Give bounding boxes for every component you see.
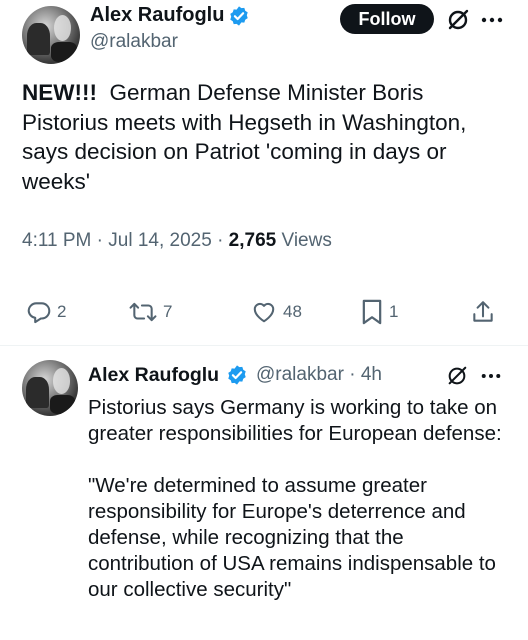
divider <box>0 345 528 346</box>
more-icon <box>481 374 501 378</box>
like-icon <box>253 302 275 323</box>
tweet-text-prefix: NEW!!! <box>22 80 97 105</box>
reply-text: Pistorius says Germany is working to tak… <box>88 395 508 629</box>
grok-icon <box>448 366 467 385</box>
author-handle[interactable]: @ralakbar <box>90 31 178 53</box>
retweet-count: 7 <box>163 302 173 321</box>
reply-paragraph-1: Pistorius says Germany is working to tak… <box>88 396 502 445</box>
reply-count: 2 <box>57 302 67 321</box>
reply-more-button[interactable] <box>478 363 504 389</box>
tweet-meta: 4:11 PM · Jul 14, 2025 · 2,765 Views <box>22 230 332 251</box>
reply-time[interactable]: 4h <box>361 364 382 385</box>
tweet-date[interactable]: Jul 14, 2025 <box>108 230 212 251</box>
retweet-button[interactable]: 7 <box>128 292 172 332</box>
like-count: 48 <box>283 302 302 321</box>
author-name[interactable]: Alex Raufoglu <box>90 4 224 27</box>
retweet-icon <box>129 302 157 322</box>
author-avatar[interactable] <box>22 6 80 64</box>
reply-icon <box>27 302 51 324</box>
views-count: 2,765 <box>228 230 277 251</box>
more-button[interactable] <box>478 6 506 34</box>
reply-author-avatar[interactable] <box>22 360 78 416</box>
like-button[interactable]: 48 <box>250 292 302 332</box>
action-bar: 2 7 48 1 <box>0 292 528 332</box>
more-icon <box>481 17 503 23</box>
grok-button[interactable] <box>444 6 472 34</box>
grok-icon <box>448 9 469 30</box>
bookmark-button[interactable]: 1 <box>360 292 398 332</box>
reply-author-name[interactable]: Alex Raufoglu <box>88 364 219 387</box>
bookmark-icon <box>362 299 382 325</box>
verified-badge-icon <box>230 6 248 26</box>
tweet-text: NEW!!! German Defense Minister Boris Pis… <box>22 78 512 196</box>
reply-meta: @ralakbar · 4h <box>256 364 382 385</box>
views-label: Views <box>281 230 332 251</box>
share-icon <box>473 301 493 322</box>
share-button[interactable] <box>470 292 496 332</box>
tweet-time[interactable]: 4:11 PM <box>22 230 91 251</box>
verified-badge-icon <box>228 365 246 385</box>
bookmark-count: 1 <box>389 302 399 321</box>
reply-button[interactable]: 2 <box>26 292 66 332</box>
follow-button[interactable]: Follow <box>340 4 434 34</box>
reply-paragraph-2: "We're determined to assume greater resp… <box>88 474 496 601</box>
reply-author-handle[interactable]: @ralakbar <box>256 364 344 385</box>
reply-grok-button[interactable] <box>444 363 470 389</box>
